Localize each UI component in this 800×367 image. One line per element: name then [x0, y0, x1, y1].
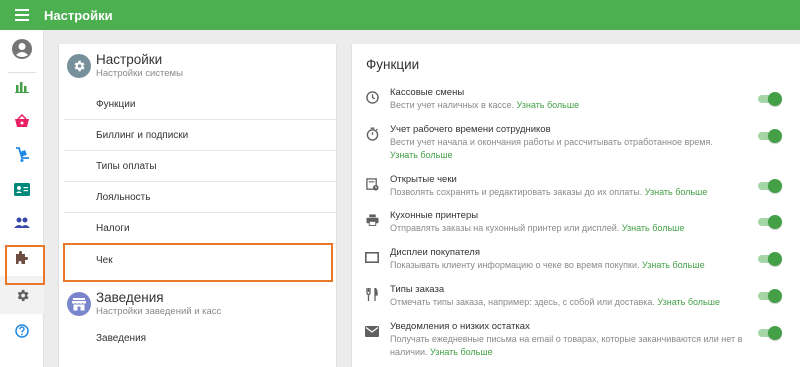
feature-description: Вести учет наличных в кассе. Узнать боль…	[390, 99, 750, 112]
feature-open-tickets: Открытые чеки Позволять сохранять и реда…	[352, 174, 800, 202]
feature-toggle[interactable]	[758, 252, 782, 266]
feature-title: Типы заказа	[390, 284, 445, 295]
feature-toggle[interactable]	[758, 215, 782, 229]
menu-item-label: Заведения	[96, 333, 147, 344]
features-title: Функции	[366, 57, 420, 72]
toggle-knob	[768, 129, 782, 143]
menu-item-stores[interactable]: Заведения	[64, 323, 336, 354]
page-title: Настройки	[44, 7, 113, 23]
feature-description: Позволять сохранять и редактировать зака…	[390, 186, 750, 199]
learn-more-link[interactable]: Узнать больше	[642, 260, 705, 270]
feature-toggle[interactable]	[758, 92, 782, 106]
feature-desc-text: Отмечать типы заказа, например: здесь, с…	[390, 297, 655, 307]
feature-toggle[interactable]	[758, 179, 782, 193]
printer-icon	[364, 212, 380, 228]
section-subtitle: Настройки заведений и касс	[96, 306, 222, 317]
feature-description: Отмечать типы заказа, например: здесь, с…	[390, 296, 750, 309]
feature-toggle[interactable]	[758, 326, 782, 340]
toggle-knob	[768, 326, 782, 340]
learn-more-link[interactable]: Узнать больше	[517, 100, 580, 110]
menu-item-label: Функции	[96, 98, 136, 110]
feature-desc-text: Отправлять заказы на кухонный принтер ил…	[390, 223, 620, 233]
feature-title: Кассовые смены	[390, 87, 465, 98]
section-subtitle: Настройки системы	[96, 68, 183, 79]
gear-icon	[67, 54, 91, 78]
menu-item-label: Типы оплаты	[96, 160, 157, 172]
feature-title: Открытые чеки	[390, 174, 457, 185]
display-icon	[364, 249, 380, 265]
feature-title: Учет рабочего времени сотрудников	[390, 124, 551, 135]
system-settings-header: Настройки Настройки системы	[59, 44, 336, 90]
customers-icon[interactable]	[0, 206, 44, 240]
help-icon[interactable]	[0, 314, 44, 348]
feature-toggle[interactable]	[758, 289, 782, 303]
stores-settings-header: Заведения Настройки заведений и касс	[59, 282, 336, 328]
feature-shifts: Кассовые смены Вести учет наличных в кас…	[352, 87, 800, 115]
feature-title: Кухонные принтеры	[390, 210, 479, 221]
menu-item-payment-types[interactable]: Типы оплаты	[64, 151, 336, 182]
feature-description: Получать ежедневные письма на email о то…	[390, 333, 750, 358]
feature-description: Вести учет начала и окончания работы и р…	[390, 136, 735, 161]
feature-title: Уведомления о низких остатках	[390, 321, 530, 332]
dining-icon	[364, 286, 380, 302]
toggle-knob	[768, 252, 782, 266]
menu-item-label: Лояльность	[96, 191, 151, 203]
toggle-knob	[768, 289, 782, 303]
store-icon	[67, 292, 91, 316]
menu-item-label: Налоги	[96, 222, 130, 234]
menu-icon[interactable]	[0, 0, 44, 30]
learn-more-link[interactable]: Узнать больше	[390, 150, 453, 160]
menu-item-loyalty[interactable]: Лояльность	[64, 182, 336, 213]
menu-item-features[interactable]: Функции	[64, 89, 336, 120]
settings-menu-card: Настройки Настройки системы Функции Билл…	[59, 44, 336, 367]
clock-icon	[364, 89, 380, 105]
menu-item-billing[interactable]: Биллинг и подписки	[64, 120, 336, 151]
feature-customer-displays: Дисплеи покупателя Показывать клиенту ин…	[352, 247, 800, 275]
menu-item-label: Биллинг и подписки	[96, 129, 189, 141]
menu-item-taxes[interactable]: Налоги	[64, 213, 336, 244]
mail-icon	[364, 323, 380, 339]
toggle-knob	[768, 215, 782, 229]
feature-desc-text: Показывать клиенту информацию о чеке во …	[390, 260, 640, 270]
receipt-item-highlight	[63, 243, 333, 282]
account-icon[interactable]	[0, 34, 44, 64]
feature-kitchen-printers: Кухонные принтеры Отправлять заказы на к…	[352, 210, 800, 238]
feature-time-clock: Учет рабочего времени сотрудников Вести …	[352, 124, 800, 164]
settings-nav-highlight	[5, 245, 45, 285]
top-app-bar: Настройки	[0, 0, 800, 30]
items-icon[interactable]	[0, 104, 44, 138]
section-title: Настройки	[96, 52, 163, 67]
section-title: Заведения	[96, 290, 164, 305]
feature-desc-text: Вести учет наличных в кассе.	[390, 100, 514, 110]
open-tickets-icon	[364, 176, 380, 192]
feature-description: Показывать клиенту информацию о чеке во …	[390, 259, 750, 272]
learn-more-link[interactable]: Узнать больше	[657, 297, 720, 307]
feature-toggle[interactable]	[758, 129, 782, 143]
feature-title: Дисплеи покупателя	[390, 247, 480, 258]
inventory-icon[interactable]	[0, 138, 44, 172]
feature-low-stock-notifications: Уведомления о низких остатках Получать е…	[352, 321, 800, 361]
toggle-knob	[768, 92, 782, 106]
feature-dining-options: Типы заказа Отмечать типы заказа, наприм…	[352, 284, 800, 312]
reports-icon[interactable]	[0, 70, 44, 104]
toggle-knob	[768, 179, 782, 193]
features-card: Функции Кассовые смены Вести учет наличн…	[352, 44, 800, 367]
feature-description: Отправлять заказы на кухонный принтер ил…	[390, 222, 750, 235]
feature-desc-text: Позволять сохранять и редактировать зака…	[390, 187, 643, 197]
learn-more-link[interactable]: Узнать больше	[430, 347, 493, 357]
stopwatch-icon	[364, 126, 380, 142]
learn-more-link[interactable]: Узнать больше	[622, 223, 685, 233]
employees-icon[interactable]	[0, 172, 44, 206]
feature-desc-text: Вести учет начала и окончания работы и р…	[390, 137, 713, 147]
left-nav-rail	[0, 30, 44, 367]
learn-more-link[interactable]: Узнать больше	[645, 187, 708, 197]
